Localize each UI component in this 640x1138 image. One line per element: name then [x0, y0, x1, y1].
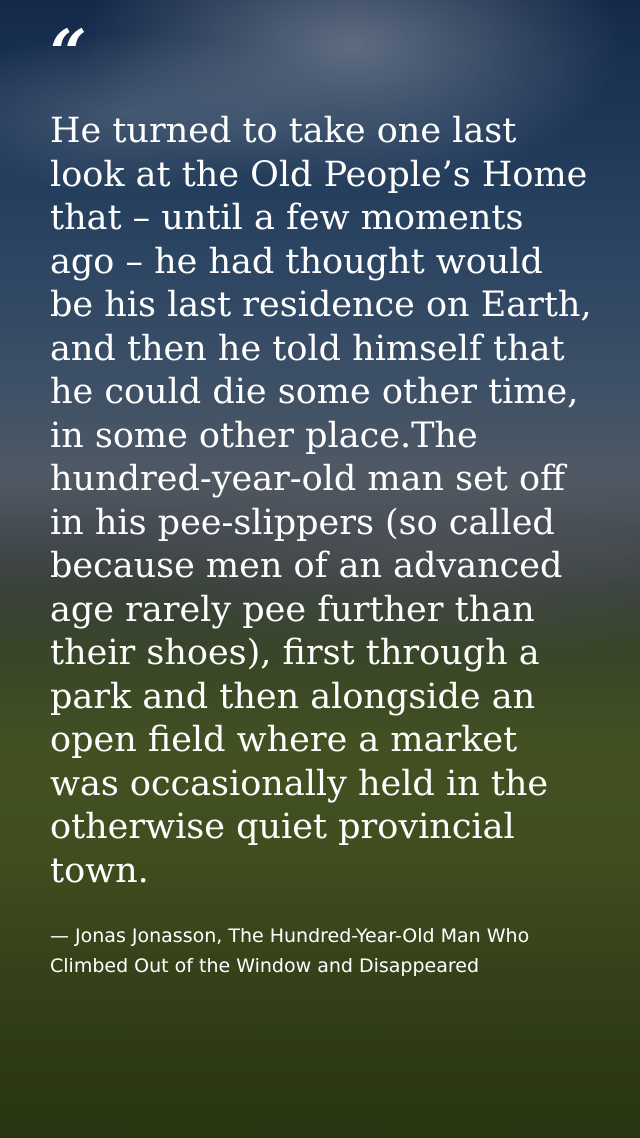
quote-mark-icon: “: [50, 16, 87, 91]
quote-text: He turned to take one last look at the O…: [50, 111, 592, 891]
quote-card: “ He turned to take one last look at the…: [50, 22, 600, 981]
quote-attribution: — Jonas Jonasson, The Hundred-Year-Old M…: [50, 925, 530, 977]
